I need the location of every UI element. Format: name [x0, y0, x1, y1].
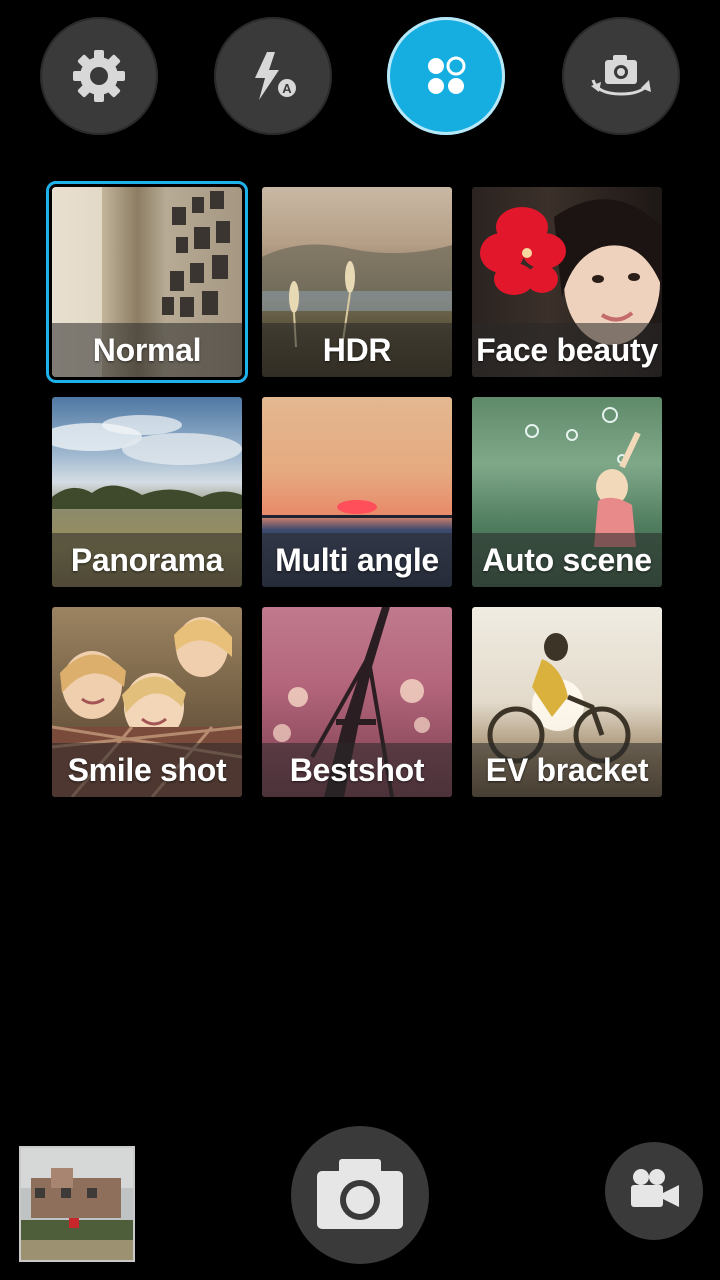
mode-tile-smile-shot[interactable]: Smile shot [52, 607, 242, 797]
mode-label: EV bracket [485, 751, 649, 788]
video-record-button[interactable] [605, 1142, 703, 1240]
switch-camera-button[interactable] [562, 17, 680, 135]
camera-modes-button[interactable] [387, 17, 505, 135]
switch-camera-icon [583, 46, 659, 106]
mode-label: Face beauty [476, 331, 658, 368]
mode-tile-normal[interactable]: Normal [46, 181, 248, 383]
mode-tile-ev-bracket[interactable]: EV bracket [472, 607, 662, 797]
mode-tile-hdr[interactable]: HDR [262, 187, 452, 377]
mode-tile-multi-angle[interactable]: Multi angle [262, 397, 452, 587]
flash-auto-icon: A [243, 46, 303, 106]
mode-label: Bestshot [289, 751, 425, 788]
mode-tile-auto-scene[interactable]: Auto scene [472, 397, 662, 587]
video-camera-icon [627, 1167, 681, 1216]
mode-tile-bestshot[interactable]: Bestshot [262, 607, 452, 797]
camera-shutter-icon [315, 1155, 405, 1236]
mode-label: Smile shot [67, 751, 227, 788]
mode-tile-face-beauty[interactable]: Face beauty [472, 187, 662, 377]
gallery-thumbnail[interactable] [19, 1146, 135, 1262]
mode-label: Panorama [70, 541, 224, 578]
mode-label: Normal [92, 331, 202, 368]
gear-icon [69, 46, 129, 106]
svg-text:A: A [282, 81, 292, 96]
flash-auto-button[interactable]: A [214, 17, 332, 135]
mode-label: HDR [322, 331, 392, 368]
settings-button[interactable] [40, 17, 158, 135]
mode-label: Multi angle [275, 541, 439, 578]
camera-screen: A Normal HDR Face beauty Panorama Multi … [0, 0, 720, 1280]
mode-tile-panorama[interactable]: Panorama [52, 397, 242, 587]
shutter-button[interactable] [291, 1126, 429, 1264]
mode-label: Auto scene [482, 541, 652, 578]
camera-modes-icon [421, 51, 471, 101]
